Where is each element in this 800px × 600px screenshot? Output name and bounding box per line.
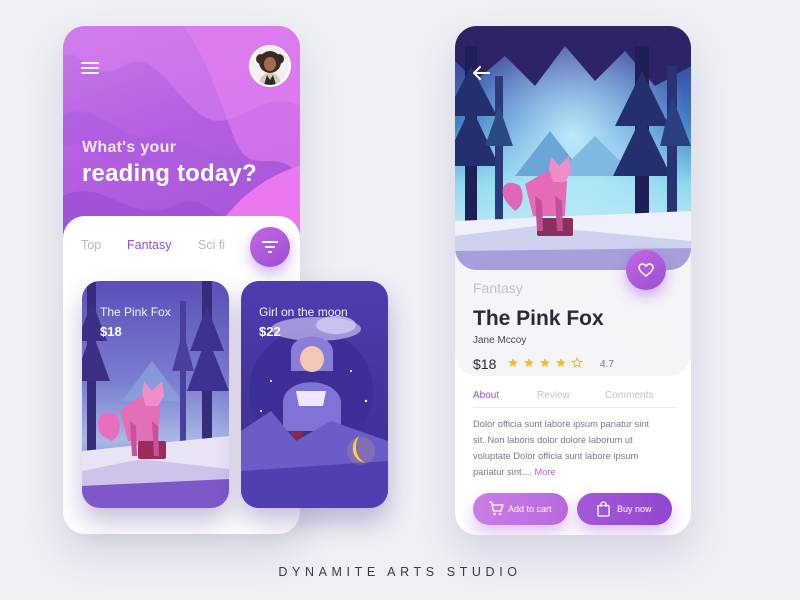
book-card-girl-on-the-moon[interactable]: Girl on the moon $22 — [241, 281, 388, 508]
rating-value: 4.7 — [600, 359, 614, 370]
tab-comments[interactable]: Comments — [605, 390, 653, 401]
book-description: Dolor officia sunt labore ipsum pariatur… — [473, 416, 659, 480]
star-empty-icon — [571, 357, 583, 369]
book-title: The Pink Fox — [473, 307, 604, 330]
book-genre: Fantasy — [473, 280, 523, 296]
book-author: Jane Mccoy — [473, 335, 527, 346]
book-detail-screen: Fantasy The Pink Fox Jane Mccoy $18 4.7 … — [455, 26, 691, 535]
star-filled-icon — [508, 358, 518, 368]
book-cover-hero — [455, 26, 691, 270]
greeting-subtitle: What's your — [82, 139, 177, 156]
book-title: The Pink Fox — [100, 305, 171, 319]
back-arrow-icon — [473, 66, 490, 80]
tab-fantasy[interactable]: Fantasy — [127, 238, 171, 252]
star-rating — [508, 357, 583, 369]
description-text: Dolor officia sunt labore ipsum pariatur… — [473, 419, 650, 477]
buy-now-label: Buy now — [617, 504, 652, 514]
filter-button[interactable] — [250, 227, 290, 267]
add-to-cart-button[interactable]: Add to cart — [473, 493, 568, 525]
studio-credit: DYNAMITE ARTS STUDIO — [278, 565, 522, 579]
menu-button[interactable] — [81, 62, 99, 74]
star-filled-icon — [556, 358, 566, 368]
book-card-pink-fox[interactable]: The Pink Fox $18 — [82, 281, 229, 508]
cart-icon — [489, 501, 504, 516]
star-filled-icon — [540, 358, 550, 368]
filter-icon — [262, 241, 278, 253]
favorite-button[interactable] — [626, 250, 666, 290]
heart-icon — [638, 263, 654, 277]
greeting-title: reading today? — [82, 160, 257, 187]
more-link[interactable]: More — [535, 467, 556, 477]
tab-about[interactable]: About — [473, 390, 499, 401]
back-button[interactable] — [471, 65, 491, 86]
tab-sci-fi[interactable]: Sci fi — [198, 238, 225, 252]
tab-divider — [473, 407, 676, 408]
tab-top[interactable]: Top — [81, 238, 101, 252]
pink-fox-hero-art — [455, 26, 691, 270]
book-price: $18 — [100, 324, 122, 339]
star-filled-icon — [524, 358, 534, 368]
buy-now-button[interactable]: Buy now — [577, 493, 672, 525]
book-title: Girl on the moon — [259, 305, 348, 319]
avatar[interactable] — [249, 45, 291, 87]
user-avatar-icon — [251, 47, 289, 85]
book-price: $18 — [473, 356, 497, 372]
hamburger-menu-icon — [81, 62, 99, 64]
tab-review[interactable]: Review — [537, 390, 570, 401]
add-to-cart-label: Add to cart — [508, 504, 552, 514]
shopping-bag-icon — [597, 501, 610, 517]
book-price: $22 — [259, 324, 281, 339]
